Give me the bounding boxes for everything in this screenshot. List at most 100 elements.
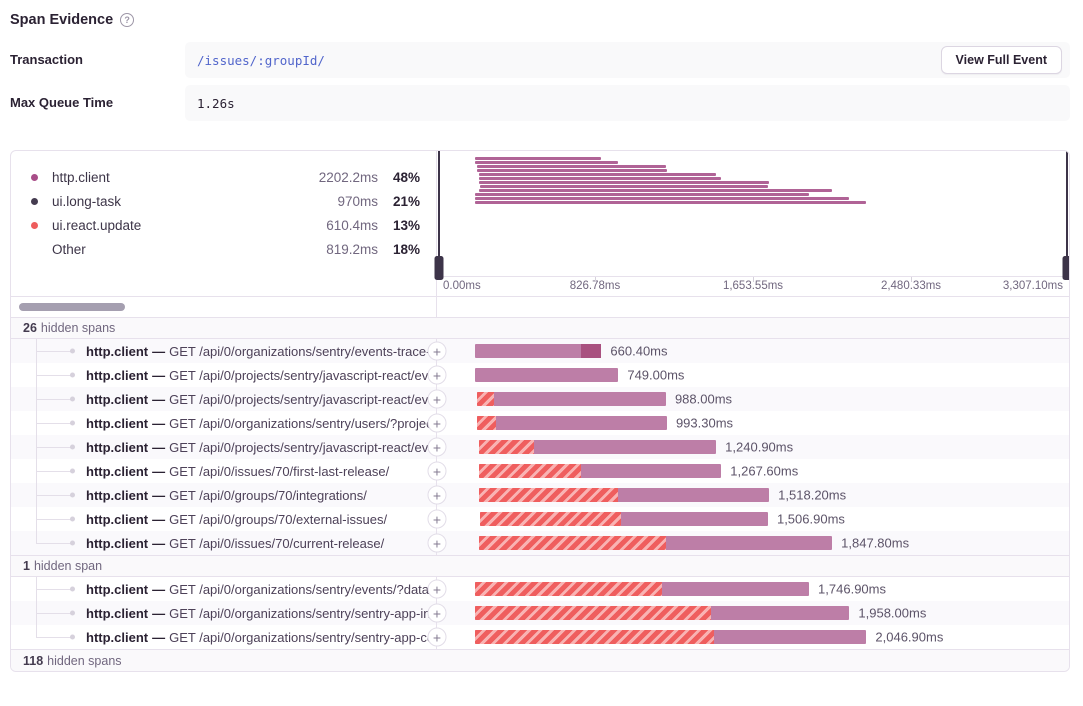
span-row[interactable]: http.client—GET /api/0/issues/70/first-l…: [11, 459, 1069, 483]
page-title: Span Evidence: [10, 12, 113, 28]
span-op: http.client: [86, 512, 148, 527]
expand-span-button[interactable]: +: [428, 510, 447, 529]
span-row[interactable]: http.client—GET /api/0/organizations/sen…: [11, 625, 1069, 649]
hidden-spans-count: 1: [23, 559, 30, 573]
help-icon[interactable]: ?: [120, 13, 134, 27]
span-duration-bar[interactable]: [477, 392, 666, 406]
span-path: GET /api/0/organizations/sentry/sentry-a…: [169, 606, 436, 621]
span-duration-bar[interactable]: [479, 536, 832, 550]
minimap-handle-right[interactable]: [1066, 151, 1068, 276]
span-name-cell[interactable]: http.client—GET /api/0/projects/sentry/j…: [11, 387, 437, 411]
legend-item[interactable]: ui.long-task970ms21%: [31, 189, 420, 213]
expand-span-button[interactable]: +: [428, 462, 447, 481]
span-bar-cell: 1,746.90ms: [437, 577, 1069, 601]
scrollbar-thumb[interactable]: [19, 303, 125, 311]
span-path: GET /api/0/groups/70/integrations/: [169, 488, 367, 503]
span-groups: 26hidden spanshttp.client—GET /api/0/org…: [11, 317, 1069, 649]
expand-span-button[interactable]: +: [428, 628, 447, 647]
hidden-spans-count: 118: [23, 654, 43, 668]
op-separator: —: [152, 582, 165, 597]
hidden-spans-row[interactable]: 1hidden span: [11, 555, 1069, 577]
span-name-cell[interactable]: http.client—GET /api/0/issues/70/first-l…: [11, 459, 437, 483]
legend-item[interactable]: ui.react.update610.4ms13%: [31, 213, 420, 237]
expand-span-button[interactable]: +: [428, 438, 447, 457]
expand-span-button[interactable]: +: [428, 390, 447, 409]
span-name-cell[interactable]: http.client—GET /api/0/organizations/sen…: [11, 411, 437, 435]
op-separator: —: [152, 440, 165, 455]
span-duration-label: 1,746.90ms: [818, 582, 886, 597]
expand-span-button[interactable]: +: [428, 534, 447, 553]
tree-dot: [70, 635, 75, 640]
max-queue-time-value: 1.26s: [197, 96, 235, 111]
span-row[interactable]: http.client—GET /api/0/groups/70/externa…: [11, 507, 1069, 531]
event-summary: Transaction /issues/:groupId/ View Full …: [10, 42, 1070, 121]
span-row[interactable]: http.client—GET /api/0/groups/70/integra…: [11, 483, 1069, 507]
op-breakdown-legend: http.client2202.2ms48%ui.long-task970ms2…: [11, 151, 437, 296]
span-duration-bar[interactable]: [475, 630, 866, 644]
span-name-cell[interactable]: http.client—GET /api/0/organizations/sen…: [11, 601, 437, 625]
span-duration-bar[interactable]: [480, 512, 768, 526]
minimap-bars: [437, 157, 1069, 205]
span-name-cell[interactable]: http.client—GET /api/0/groups/70/integra…: [11, 483, 437, 507]
view-full-event-button[interactable]: View Full Event: [941, 46, 1062, 74]
span-duration-bar[interactable]: [475, 368, 618, 382]
span-name-cell[interactable]: http.client—GET /api/0/organizations/sen…: [11, 625, 437, 649]
span-name-cell[interactable]: http.client—GET /api/0/projects/sentry/j…: [11, 363, 437, 387]
tree-dot: [70, 469, 75, 474]
minimap-bar: [475, 197, 849, 200]
span-duration-bar[interactable]: [477, 416, 667, 430]
transaction-value[interactable]: /issues/:groupId/: [197, 53, 325, 68]
span-name-cell[interactable]: http.client—GET /api/0/organizations/sen…: [11, 577, 437, 601]
op-color-dot: [31, 174, 38, 181]
span-duration-bar[interactable]: [479, 440, 716, 454]
span-tree-connector: [11, 625, 79, 649]
scrollbar-row: [11, 296, 1069, 317]
expand-span-button[interactable]: +: [428, 486, 447, 505]
span-row[interactable]: http.client—GET /api/0/projects/sentry/j…: [11, 435, 1069, 459]
minimap-bar: [475, 201, 866, 204]
span-bar-cell: 988.00ms: [437, 387, 1069, 411]
minimap-handle-left[interactable]: [438, 151, 440, 276]
span-duration-bar[interactable]: [479, 464, 721, 478]
expand-span-button[interactable]: +: [428, 342, 447, 361]
op-percent: 21%: [378, 194, 420, 209]
span-name-cell[interactable]: http.client—GET /api/0/organizations/sen…: [11, 339, 437, 363]
tree-dot: [70, 541, 75, 546]
expand-span-button[interactable]: +: [428, 366, 447, 385]
span-row[interactable]: http.client—GET /api/0/projects/sentry/j…: [11, 387, 1069, 411]
hidden-spans-row[interactable]: 26hidden spans: [11, 317, 1069, 339]
legend-item[interactable]: http.client2202.2ms48%: [31, 165, 420, 189]
time-axis: 0.00ms826.78ms1,653.55ms2,480.33ms3,307.…: [437, 276, 1069, 296]
span-row[interactable]: http.client—GET /api/0/issues/70/current…: [11, 531, 1069, 555]
span-row[interactable]: http.client—GET /api/0/organizations/sen…: [11, 601, 1069, 625]
scrollbar-track[interactable]: [11, 297, 437, 317]
op-name: http.client: [52, 170, 298, 185]
span-duration-bar[interactable]: [475, 344, 601, 358]
span-name-cell[interactable]: http.client—GET /api/0/groups/70/externa…: [11, 507, 437, 531]
span-tree-connector: [11, 601, 79, 625]
tree-dot: [70, 445, 75, 450]
span-tree-connector: [11, 411, 79, 435]
expand-span-button[interactable]: +: [428, 580, 447, 599]
span-duration-bar[interactable]: [475, 606, 849, 620]
span-name-cell[interactable]: http.client—GET /api/0/issues/70/current…: [11, 531, 437, 555]
axis-tick-label: 0.00ms: [443, 280, 481, 292]
expand-span-button[interactable]: +: [428, 604, 447, 623]
tree-dot: [70, 373, 75, 378]
footer-hidden-spans-row[interactable]: 118 hidden spans: [11, 649, 1069, 671]
transaction-row: Transaction /issues/:groupId/ View Full …: [10, 42, 1070, 78]
span-row[interactable]: http.client—GET /api/0/projects/sentry/j…: [11, 363, 1069, 387]
legend-item[interactable]: Other819.2ms18%: [31, 237, 420, 261]
op-name: Other: [52, 242, 298, 257]
span-row[interactable]: http.client—GET /api/0/organizations/sen…: [11, 411, 1069, 435]
minimap[interactable]: [437, 151, 1069, 276]
span-row[interactable]: http.client—GET /api/0/organizations/sen…: [11, 577, 1069, 601]
span-duration-bar[interactable]: [475, 582, 809, 596]
span-duration-bar[interactable]: [479, 488, 769, 502]
span-row[interactable]: http.client—GET /api/0/organizations/sen…: [11, 339, 1069, 363]
expand-span-button[interactable]: +: [428, 414, 447, 433]
span-name-cell[interactable]: http.client—GET /api/0/projects/sentry/j…: [11, 435, 437, 459]
span-bar-affected-segment: [480, 512, 621, 526]
span-bar-cell: 993.30ms: [437, 411, 1069, 435]
span-rows-group: http.client—GET /api/0/organizations/sen…: [11, 339, 1069, 555]
